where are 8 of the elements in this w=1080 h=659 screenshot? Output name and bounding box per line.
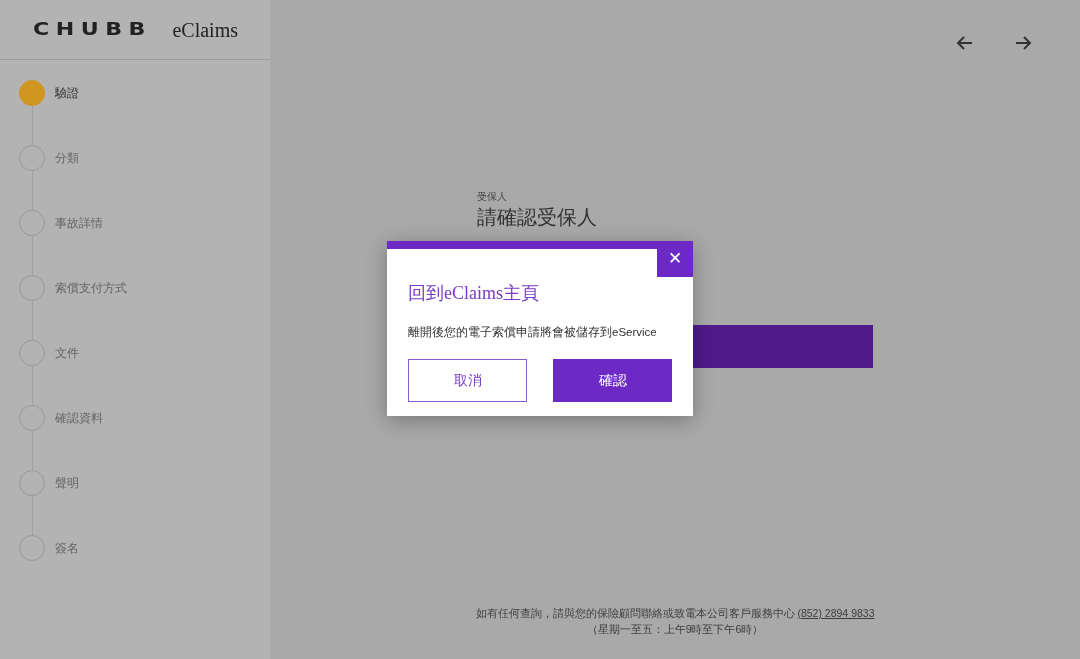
contact-text: 如有任何查詢，請與您的保險顧問聯絡或致電本公司客戶服務中心 (852) 2894 9833 — [474, 606, 876, 621]
brand-logo: CHUBB — [33, 17, 152, 41]
office-hours: （星期一至五：上午9時至下午6時） — [585, 622, 765, 637]
dialog-message: 離開後您的電子索償申請將會被儲存到eService — [408, 325, 658, 340]
product-name: eClaims — [172, 17, 238, 43]
page-heading: 請確認受保人 — [477, 206, 598, 228]
dialog-title: 回到eClaims主頁 — [408, 282, 540, 305]
field-label: 受保人 — [477, 190, 508, 204]
